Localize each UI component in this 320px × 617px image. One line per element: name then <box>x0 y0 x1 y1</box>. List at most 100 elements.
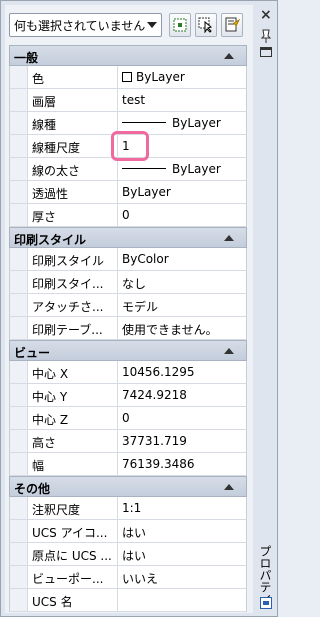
property-row-layer[interactable]: 画層 test <box>9 89 247 112</box>
row-gutter <box>10 430 28 452</box>
property-value[interactable] <box>118 589 246 611</box>
property-value[interactable]: 0 <box>118 204 246 226</box>
property-value[interactable]: 10456.1295 <box>118 361 246 383</box>
palette-title-bar: × プロパティ <box>257 5 275 613</box>
row-gutter <box>10 271 28 293</box>
property-value[interactable]: ByColor <box>118 248 246 270</box>
property-row-ucs-at-origin[interactable]: 原点に UCS ... はい <box>9 543 247 566</box>
close-icon[interactable]: × <box>260 7 272 23</box>
collapse-icon <box>224 348 234 354</box>
row-gutter <box>10 384 28 406</box>
property-name: 印刷スタイル <box>28 248 118 270</box>
property-row-linetype[interactable]: 線種 ByLayer <box>9 112 247 135</box>
property-name: UCS 名 <box>28 589 118 611</box>
collapse-icon <box>224 53 234 59</box>
row-gutter <box>10 407 28 429</box>
row-gutter <box>10 520 28 542</box>
property-row-lineweight[interactable]: 線の太さ ByLayer <box>9 158 247 181</box>
pickadd-icon <box>173 18 187 32</box>
property-row-transparency[interactable]: 透過性 ByLayer <box>9 181 247 204</box>
property-value-text: ByLayer <box>172 162 221 176</box>
property-name: 高さ <box>28 430 118 452</box>
properties-tab-icon[interactable] <box>260 597 272 609</box>
properties-palette: 何も選択されていません 一般 色 ByLayer 画層 test 線種 ByLa… <box>0 0 278 617</box>
property-value[interactable]: test <box>118 89 246 111</box>
property-value[interactable]: ByLayer <box>118 181 246 203</box>
property-value-color[interactable]: ByLayer <box>118 66 246 88</box>
property-row-linetype-scale[interactable]: 線種尺度 1 <box>9 135 247 158</box>
property-value[interactable]: 0 <box>118 407 246 429</box>
property-value[interactable]: モデル <box>118 294 246 316</box>
property-row-center-z[interactable]: 中心 Z 0 <box>9 407 247 430</box>
category-plot-style-header[interactable]: 印刷スタイル <box>9 227 247 248</box>
property-value-linetype[interactable]: ByLayer <box>118 112 246 134</box>
row-gutter <box>10 543 28 565</box>
row-gutter <box>10 453 28 475</box>
property-row-ucs-name[interactable]: UCS 名 <box>9 589 247 612</box>
select-objects-button[interactable] <box>195 13 217 37</box>
property-row-height[interactable]: 高さ 37731.719 <box>9 430 247 453</box>
palette-title: プロパティ <box>258 545 272 605</box>
category-misc-header[interactable]: その他 <box>9 476 247 497</box>
property-row-center-y[interactable]: 中心 Y 7424.9218 <box>9 384 247 407</box>
row-gutter <box>10 89 28 111</box>
property-name: 中心 Z <box>28 407 118 429</box>
toggle-pickadd-button[interactable] <box>169 13 191 37</box>
property-row-plot-style-table[interactable]: 印刷スタイ... なし <box>9 271 247 294</box>
property-value-lineweight[interactable]: ByLayer <box>118 158 246 180</box>
property-row-ucs-icon-on[interactable]: UCS アイコ... はい <box>9 520 247 543</box>
property-row-width[interactable]: 幅 76139.3486 <box>9 453 247 476</box>
property-name: 線の太さ <box>28 158 118 180</box>
property-row-center-x[interactable]: 中心 X 10456.1295 <box>9 361 247 384</box>
property-row-attached-to[interactable]: アタッチさ... モデル <box>9 294 247 317</box>
select-objects-icon <box>198 17 213 33</box>
selection-toolbar: 何も選択されていません <box>9 13 249 37</box>
property-value[interactable]: いいえ <box>118 566 246 588</box>
property-name: 中心 Y <box>28 384 118 406</box>
property-row-color[interactable]: 色 ByLayer <box>9 66 247 89</box>
row-gutter <box>10 158 28 180</box>
line-sample-icon <box>122 168 166 169</box>
row-gutter <box>10 361 28 383</box>
property-value[interactable]: 37731.719 <box>118 430 246 452</box>
property-value[interactable]: 7424.9218 <box>118 384 246 406</box>
property-name: 中心 X <box>28 361 118 383</box>
property-value[interactable]: はい <box>118 520 246 542</box>
color-swatch-icon <box>122 72 132 82</box>
property-value-text: ByLayer <box>172 116 221 130</box>
property-name: 厚さ <box>28 204 118 226</box>
row-gutter <box>10 204 28 226</box>
category-label: その他 <box>14 482 51 496</box>
row-gutter <box>10 294 28 316</box>
property-value[interactable]: 76139.3486 <box>118 453 246 475</box>
property-value[interactable]: なし <box>118 271 246 293</box>
property-value[interactable]: 1:1 <box>118 497 246 519</box>
row-gutter <box>10 589 28 611</box>
property-row-ucs-per-viewport[interactable]: ビューポー... いいえ <box>9 566 247 589</box>
property-row-annotation-scale[interactable]: 注釈尺度 1:1 <box>9 497 247 520</box>
property-row-thickness[interactable]: 厚さ 0 <box>9 204 247 227</box>
quick-select-button[interactable] <box>221 13 243 37</box>
property-row-plot-style[interactable]: 印刷スタイル ByColor <box>9 248 247 271</box>
property-name: 色 <box>28 66 118 88</box>
property-name: 線種尺度 <box>28 135 118 157</box>
category-label: 印刷スタイル <box>14 233 87 247</box>
category-view-header[interactable]: ビュー <box>9 340 247 361</box>
property-value[interactable]: 使用できません。 <box>118 317 246 339</box>
property-name: 印刷テーブ... <box>28 317 118 339</box>
property-row-plot-table-type[interactable]: 印刷テーブ... 使用できません。 <box>9 317 247 340</box>
category-label: ビュー <box>14 346 51 360</box>
property-value[interactable]: はい <box>118 543 246 565</box>
row-gutter <box>10 112 28 134</box>
properties-menu-icon[interactable] <box>260 47 272 57</box>
property-name: UCS アイコ... <box>28 520 118 542</box>
selection-dropdown[interactable]: 何も選択されていません <box>9 13 162 37</box>
row-gutter <box>10 66 28 88</box>
category-general-header[interactable]: 一般 <box>9 45 247 66</box>
quick-select-icon <box>225 17 240 32</box>
row-gutter <box>10 181 28 203</box>
auto-hide-icon[interactable] <box>261 29 271 43</box>
line-sample-icon <box>122 122 166 123</box>
property-value[interactable]: 1 <box>118 135 246 157</box>
property-name: 線種 <box>28 112 118 134</box>
